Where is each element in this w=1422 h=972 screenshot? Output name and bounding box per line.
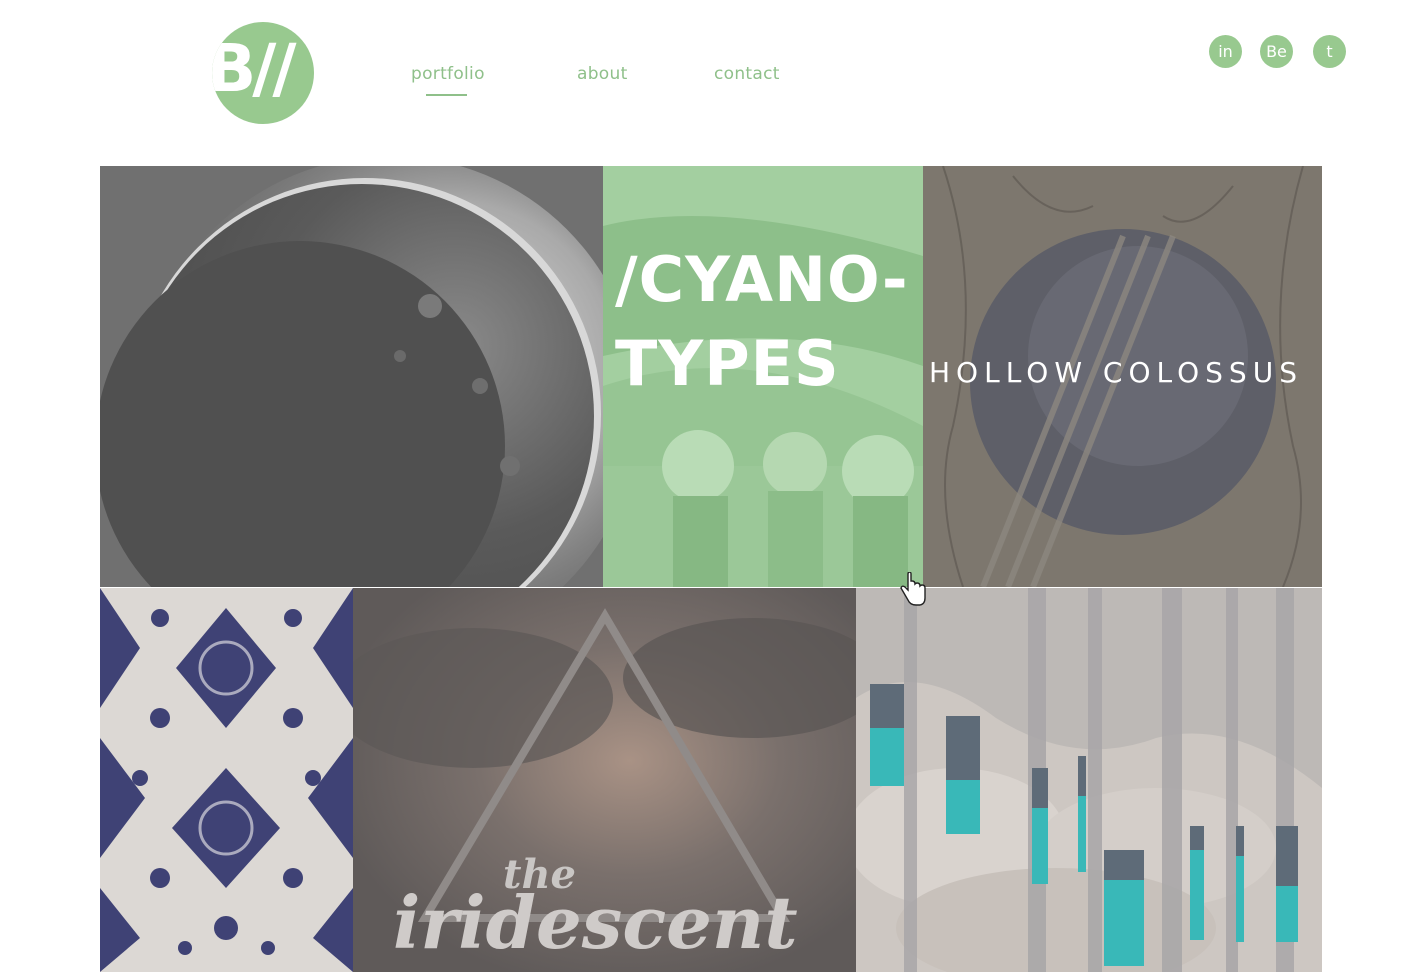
nav-about[interactable]: about xyxy=(577,64,628,84)
nav-portfolio[interactable]: portfolio xyxy=(411,64,485,84)
hollow-colossus-title: HOLLOW COLOSSUS xyxy=(929,356,1303,389)
portfolio-tile-the-iridescent[interactable]: the iridescent xyxy=(353,588,856,972)
portfolio-tile-pattern[interactable] xyxy=(100,588,353,972)
iridescent-logo-word: iridescent xyxy=(393,880,798,965)
cyanotypes-title: /CYANO- TYPES xyxy=(615,243,909,400)
twitter-icon[interactable]: t xyxy=(1313,35,1346,68)
portfolio-tile-hollow-colossus[interactable]: HOLLOW COLOSSUS xyxy=(923,166,1322,587)
portfolio-tile-moon[interactable] xyxy=(100,166,603,587)
pattern-image xyxy=(100,588,353,972)
the-iridescent-image: the iridescent xyxy=(353,588,856,972)
behance-icon[interactable]: Be xyxy=(1260,35,1293,68)
main-nav: portfolio about contact xyxy=(0,64,1422,104)
nav-contact[interactable]: contact xyxy=(714,64,780,84)
portfolio-tile-rocks[interactable] xyxy=(856,588,1322,972)
portfolio-tile-cyanotypes[interactable]: /CYANO- TYPES xyxy=(603,166,923,587)
moon-image xyxy=(100,166,603,587)
rocks-image xyxy=(856,588,1322,972)
linkedin-icon[interactable]: in xyxy=(1209,35,1242,68)
hand-cursor-icon xyxy=(900,572,926,606)
nav-active-underline xyxy=(426,94,467,96)
